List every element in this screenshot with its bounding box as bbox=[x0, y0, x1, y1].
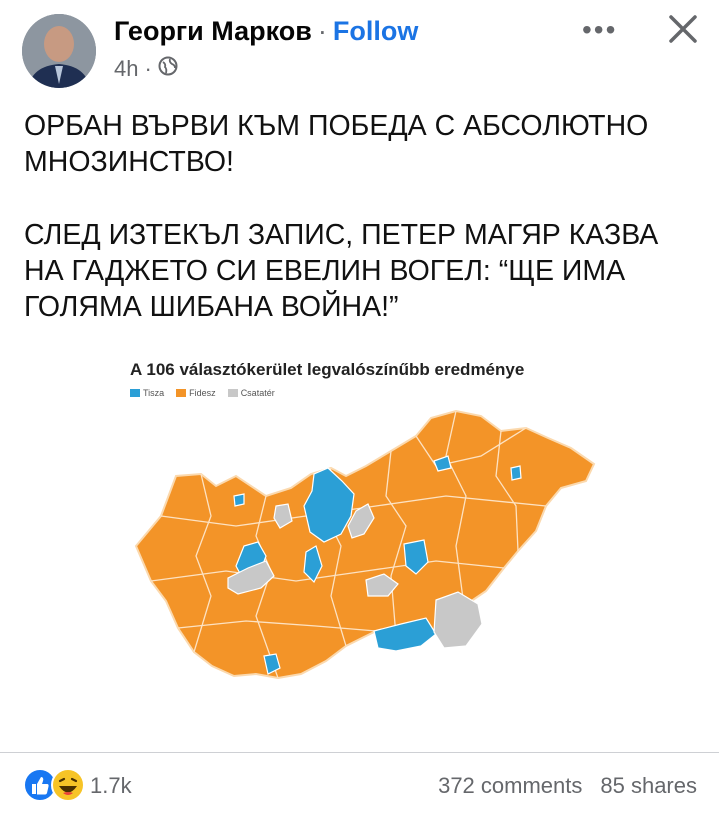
author-line: Георги Марков · Follow bbox=[114, 16, 418, 47]
haha-reaction-icon bbox=[50, 767, 86, 808]
close-icon[interactable] bbox=[664, 10, 702, 53]
author-name[interactable]: Георги Марков bbox=[114, 16, 312, 46]
globe-icon bbox=[158, 56, 178, 82]
hungary-map bbox=[134, 409, 596, 680]
follow-button[interactable]: Follow bbox=[333, 16, 418, 46]
post-text-paragraph-1: ОРБАН ВЪРВИ КЪМ ПОБЕДА С АБСОЛЮТНО МНОЗИ… bbox=[24, 110, 649, 178]
post-time[interactable]: 4h bbox=[114, 56, 138, 82]
avatar[interactable] bbox=[22, 14, 96, 88]
post-header: Георги Марков · Follow 4h · ••• bbox=[0, 0, 719, 100]
post-text: ОРБАН ВЪРВИ КЪМ ПОБЕДА С АБСОЛЮТНО МНОЗИ… bbox=[24, 108, 704, 325]
more-options-icon[interactable]: ••• bbox=[582, 14, 617, 46]
post-text-paragraph-2: СЛЕД ИЗТЕКЪЛ ЗАПИС, ПЕТЕР МАГЯР КАЗВА НА… bbox=[24, 219, 659, 323]
reactions[interactable] bbox=[22, 767, 86, 808]
post-meta: 4h · bbox=[114, 56, 178, 82]
post-footer: 1.7k 372 comments 85 shares bbox=[0, 752, 719, 819]
comments-count[interactable]: 372 comments bbox=[438, 773, 582, 799]
shares-count[interactable]: 85 shares bbox=[600, 773, 697, 799]
meta-separator: · bbox=[144, 56, 152, 81]
post-stats: 372 comments 85 shares bbox=[438, 773, 697, 799]
name-separator: · bbox=[317, 16, 327, 46]
reaction-count[interactable]: 1.7k bbox=[90, 773, 132, 799]
post-image-map[interactable]: A 106 választókerület legvalószínűbb ere… bbox=[116, 356, 606, 696]
